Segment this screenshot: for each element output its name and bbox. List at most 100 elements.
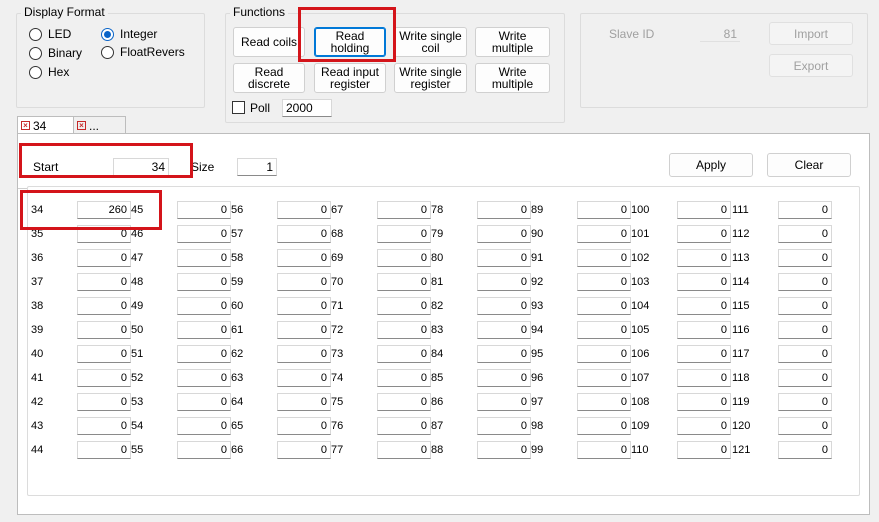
read-coils-button[interactable]: Read coils (233, 27, 305, 57)
register-value-input[interactable]: 0 (77, 321, 131, 339)
register-value-input[interactable]: 0 (577, 225, 631, 243)
radio-hex[interactable]: Hex (29, 64, 69, 80)
register-value-input[interactable]: 0 (377, 273, 431, 291)
register-value-input[interactable]: 0 (177, 417, 231, 435)
tab-new[interactable]: × ... (73, 116, 126, 134)
register-value-input[interactable]: 0 (377, 321, 431, 339)
register-value-input[interactable]: 0 (477, 345, 531, 363)
register-value-input[interactable]: 0 (377, 369, 431, 387)
register-value-input[interactable]: 0 (177, 321, 231, 339)
register-value-input[interactable]: 0 (577, 345, 631, 363)
register-value-input[interactable]: 0 (577, 321, 631, 339)
write-single-coil-button[interactable]: Write single coil (394, 27, 467, 57)
register-value-input[interactable]: 0 (77, 417, 131, 435)
read-holding-button[interactable]: Read holding (314, 27, 386, 57)
register-value-input[interactable]: 0 (577, 201, 631, 219)
write-single-register-button[interactable]: Write single register (394, 63, 467, 93)
radio-floatrevers[interactable]: FloatRevers (101, 44, 185, 60)
register-value-input[interactable]: 0 (677, 393, 731, 411)
close-icon[interactable]: × (77, 121, 86, 130)
register-value-input[interactable]: 0 (778, 201, 832, 219)
register-value-input[interactable]: 0 (778, 249, 832, 267)
register-value-input[interactable]: 0 (477, 249, 531, 267)
register-value-input[interactable]: 0 (177, 345, 231, 363)
register-value-input[interactable]: 0 (277, 393, 331, 411)
register-value-input[interactable]: 0 (477, 369, 531, 387)
poll-checkbox[interactable] (232, 101, 245, 114)
register-value-input[interactable]: 0 (577, 249, 631, 267)
register-value-input[interactable]: 0 (677, 369, 731, 387)
register-value-input[interactable]: 0 (778, 225, 832, 243)
register-value-input[interactable]: 0 (177, 201, 231, 219)
register-value-input[interactable]: 0 (477, 321, 531, 339)
register-value-input[interactable]: 0 (778, 297, 832, 315)
register-value-input[interactable]: 0 (577, 441, 631, 459)
register-value-input[interactable]: 0 (778, 321, 832, 339)
register-value-input[interactable]: 0 (577, 369, 631, 387)
register-value-input[interactable]: 0 (677, 417, 731, 435)
register-value-input[interactable]: 0 (677, 345, 731, 363)
register-value-input[interactable]: 0 (77, 225, 131, 243)
register-value-input[interactable]: 0 (677, 441, 731, 459)
register-value-input[interactable]: 0 (778, 345, 832, 363)
register-value-input[interactable]: 0 (778, 273, 832, 291)
register-value-input[interactable]: 0 (77, 393, 131, 411)
start-input[interactable]: 34 (113, 158, 169, 176)
register-value-input[interactable]: 0 (377, 345, 431, 363)
size-input[interactable]: 1 (237, 158, 277, 176)
register-value-input[interactable]: 0 (677, 201, 731, 219)
close-icon[interactable]: × (21, 121, 30, 130)
register-value-input[interactable]: 0 (177, 297, 231, 315)
tab-34[interactable]: × 34 (17, 116, 74, 134)
register-value-input[interactable]: 0 (77, 345, 131, 363)
register-value-input[interactable]: 0 (577, 297, 631, 315)
register-value-input[interactable]: 0 (677, 249, 731, 267)
register-value-input[interactable]: 0 (277, 249, 331, 267)
register-value-input[interactable]: 0 (477, 441, 531, 459)
register-value-input[interactable]: 0 (377, 417, 431, 435)
apply-button[interactable]: Apply (669, 153, 753, 177)
register-value-input[interactable]: 0 (377, 393, 431, 411)
register-value-input[interactable]: 0 (778, 441, 832, 459)
register-value-input[interactable]: 260 (77, 201, 131, 219)
register-value-input[interactable]: 0 (277, 321, 331, 339)
register-value-input[interactable]: 0 (577, 393, 631, 411)
register-value-input[interactable]: 0 (77, 441, 131, 459)
register-value-input[interactable]: 0 (377, 297, 431, 315)
register-value-input[interactable]: 0 (277, 297, 331, 315)
register-value-input[interactable]: 0 (477, 297, 531, 315)
register-value-input[interactable]: 0 (277, 345, 331, 363)
register-value-input[interactable]: 0 (177, 441, 231, 459)
register-value-input[interactable]: 0 (77, 369, 131, 387)
register-value-input[interactable]: 0 (778, 393, 832, 411)
register-value-input[interactable]: 0 (377, 249, 431, 267)
register-value-input[interactable]: 0 (477, 417, 531, 435)
write-multiple-coils-button[interactable]: Write multiple (475, 27, 550, 57)
register-value-input[interactable]: 0 (677, 273, 731, 291)
register-value-input[interactable]: 0 (277, 225, 331, 243)
register-value-input[interactable]: 0 (577, 273, 631, 291)
read-discrete-button[interactable]: Read discrete (233, 63, 305, 93)
register-value-input[interactable]: 0 (677, 225, 731, 243)
register-value-input[interactable]: 0 (477, 393, 531, 411)
register-value-input[interactable]: 0 (577, 417, 631, 435)
register-value-input[interactable]: 0 (377, 225, 431, 243)
register-value-input[interactable]: 0 (377, 201, 431, 219)
radio-led[interactable]: LED (29, 26, 71, 42)
register-value-input[interactable]: 0 (477, 201, 531, 219)
register-value-input[interactable]: 0 (677, 321, 731, 339)
radio-integer[interactable]: Integer (101, 26, 157, 42)
register-value-input[interactable]: 0 (778, 369, 832, 387)
register-value-input[interactable]: 0 (277, 369, 331, 387)
register-value-input[interactable]: 0 (177, 393, 231, 411)
register-value-input[interactable]: 0 (277, 441, 331, 459)
register-value-input[interactable]: 0 (177, 369, 231, 387)
register-value-input[interactable]: 0 (177, 273, 231, 291)
clear-button[interactable]: Clear (767, 153, 851, 177)
register-value-input[interactable]: 0 (277, 273, 331, 291)
register-value-input[interactable]: 0 (77, 297, 131, 315)
register-value-input[interactable]: 0 (77, 273, 131, 291)
register-value-input[interactable]: 0 (177, 225, 231, 243)
write-multiple-registers-button[interactable]: Write multiple (475, 63, 550, 93)
export-button[interactable]: Export (769, 54, 853, 77)
